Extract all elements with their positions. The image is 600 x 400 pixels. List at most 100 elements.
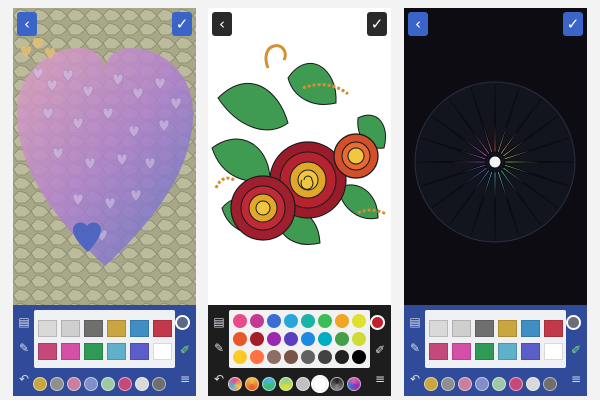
swatch-red-orange[interactable]: [233, 332, 247, 346]
swatch-dark-gray[interactable]: [84, 320, 103, 337]
swatch-dark-red[interactable]: [250, 332, 264, 346]
swatch-azure[interactable]: [301, 332, 315, 346]
swatch-light-gray[interactable]: [452, 320, 471, 337]
palette-set-1[interactable]: [33, 377, 47, 391]
brush-icon[interactable]: ✎: [16, 340, 32, 356]
done-button[interactable]: ✓: [367, 12, 387, 36]
undo-icon[interactable]: ↶: [211, 371, 227, 387]
current-color-indicator[interactable]: [370, 315, 385, 330]
swatch-blue[interactable]: [130, 320, 149, 337]
back-button[interactable]: ‹: [408, 12, 428, 36]
flowers-artwork: [211, 44, 387, 245]
menu-icon[interactable]: ≡: [177, 371, 193, 387]
coloring-canvas[interactable]: [13, 8, 196, 305]
menu-icon[interactable]: ≡: [568, 371, 584, 387]
palette-set-7[interactable]: [526, 377, 540, 391]
undo-icon[interactable]: ↶: [16, 371, 32, 387]
palette-set-2[interactable]: [441, 377, 455, 391]
swatch-charcoal[interactable]: [318, 350, 332, 364]
swatch-green[interactable]: [84, 343, 103, 360]
palette-set-2[interactable]: [50, 377, 64, 391]
palette-set-7[interactable]: [330, 377, 344, 391]
trash-icon[interactable]: ▤: [407, 314, 423, 330]
swatch-near-black[interactable]: [335, 350, 349, 364]
brush-icon[interactable]: ✎: [407, 340, 423, 356]
swatch-orange[interactable]: [335, 314, 349, 328]
swatch-gold[interactable]: [498, 320, 517, 337]
swatch-silver[interactable]: [429, 320, 448, 337]
palette-set-8[interactable]: [347, 377, 361, 391]
swatch-rose[interactable]: [429, 343, 448, 360]
palette-set-8[interactable]: [152, 377, 166, 391]
swatch-teal[interactable]: [301, 314, 315, 328]
swatch-red[interactable]: [544, 320, 563, 337]
palette-set-3[interactable]: [67, 377, 81, 391]
menu-icon[interactable]: ≡: [372, 371, 388, 387]
swatch-white[interactable]: [153, 343, 172, 360]
eyedropper-icon[interactable]: ✐: [568, 342, 584, 358]
swatch-silver[interactable]: [38, 320, 57, 337]
palette-set-3[interactable]: [262, 377, 276, 391]
trash-icon[interactable]: ▤: [211, 314, 227, 330]
swatch-blue[interactable]: [521, 320, 540, 337]
palette-set-2[interactable]: [245, 377, 259, 391]
palette-set-1[interactable]: [228, 377, 242, 391]
swatch-black[interactable]: [352, 350, 366, 364]
swatch-teal[interactable]: [498, 343, 517, 360]
swatch-red[interactable]: [153, 320, 172, 337]
current-color-indicator[interactable]: [175, 315, 190, 330]
swatch-white[interactable]: [544, 343, 563, 360]
eyedropper-icon[interactable]: ✐: [372, 342, 388, 358]
undo-icon[interactable]: ↶: [407, 371, 423, 387]
palette-set-5[interactable]: [492, 377, 506, 391]
coloring-canvas[interactable]: [208, 8, 391, 305]
palette-set-3[interactable]: [458, 377, 472, 391]
swatch-light-gray[interactable]: [61, 320, 80, 337]
swatch-rose[interactable]: [38, 343, 57, 360]
palette-set-8[interactable]: [543, 377, 557, 391]
swatch-leaf[interactable]: [335, 332, 349, 346]
palette-set-4[interactable]: [475, 377, 489, 391]
swatch-yellow[interactable]: [352, 314, 366, 328]
swatch-brown[interactable]: [284, 350, 298, 364]
trash-icon[interactable]: ▤: [16, 314, 32, 330]
palette-set-6[interactable]: [509, 377, 523, 391]
swatch-green[interactable]: [475, 343, 494, 360]
back-button[interactable]: ‹: [212, 12, 232, 36]
palette-set-4[interactable]: [84, 377, 98, 391]
swatch-magenta[interactable]: [61, 343, 80, 360]
palette-set-5[interactable]: [296, 377, 310, 391]
swatch-coral[interactable]: [250, 350, 264, 364]
swatch-tan[interactable]: [267, 350, 281, 364]
swatch-indigo[interactable]: [521, 343, 540, 360]
back-button[interactable]: ‹: [17, 12, 37, 36]
palette-set-7[interactable]: [135, 377, 149, 391]
palette-set-6[interactable]: [311, 375, 329, 393]
swatch-indigo[interactable]: [130, 343, 149, 360]
swatch-dark-gray[interactable]: [475, 320, 494, 337]
swatch-gray[interactable]: [301, 350, 315, 364]
current-color-indicator[interactable]: [566, 315, 581, 330]
swatch-teal[interactable]: [107, 343, 126, 360]
swatch-sky[interactable]: [284, 314, 298, 328]
swatch-purple[interactable]: [250, 314, 264, 328]
eyedropper-icon[interactable]: ✐: [177, 342, 193, 358]
swatch-green[interactable]: [318, 314, 332, 328]
palette-set-6[interactable]: [118, 377, 132, 391]
brush-icon[interactable]: ✎: [211, 340, 227, 356]
palette-set-4[interactable]: [279, 377, 293, 391]
swatch-magenta[interactable]: [452, 343, 471, 360]
swatch-indigo[interactable]: [284, 332, 298, 346]
coloring-canvas[interactable]: [404, 8, 587, 305]
swatch-pink[interactable]: [233, 314, 247, 328]
swatch-gold[interactable]: [107, 320, 126, 337]
palette-set-5[interactable]: [101, 377, 115, 391]
swatch-amber[interactable]: [233, 350, 247, 364]
done-button[interactable]: ✓: [563, 12, 583, 36]
swatch-violet[interactable]: [267, 332, 281, 346]
done-button[interactable]: ✓: [172, 12, 192, 36]
swatch-lime[interactable]: [352, 332, 366, 346]
palette-set-1[interactable]: [424, 377, 438, 391]
swatch-cyan[interactable]: [318, 332, 332, 346]
swatch-blue[interactable]: [267, 314, 281, 328]
